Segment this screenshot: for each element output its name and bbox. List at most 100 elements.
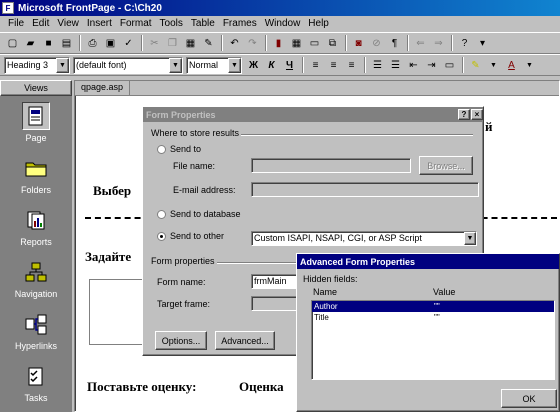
- chevron-down-icon[interactable]: ▼: [169, 57, 182, 73]
- font-value: (default font): [76, 60, 127, 70]
- field-name: Title: [314, 313, 329, 322]
- align-center-icon[interactable]: ≡: [325, 57, 342, 74]
- formatting-toolbar: Heading 3 ▼ (default font) ▼ Normal ▼ Ж …: [0, 54, 560, 76]
- target-frame-field[interactable]: [251, 296, 301, 311]
- back-arrow-icon[interactable]: ⇐: [412, 35, 429, 52]
- bold-button[interactable]: Ж: [245, 57, 262, 74]
- radio-dot: [157, 144, 166, 154]
- style-combo[interactable]: Heading 3 ▼: [4, 56, 70, 74]
- browse-button[interactable]: Browse...: [419, 156, 473, 175]
- chevron-down-icon[interactable]: ▼: [228, 57, 241, 73]
- email-field[interactable]: [251, 182, 479, 197]
- help-button[interactable]: ?: [458, 109, 470, 120]
- text-box-icon[interactable]: ▭: [441, 57, 458, 74]
- list-item[interactable]: Author "": [312, 301, 554, 312]
- insert-component-icon[interactable]: ▮: [270, 35, 287, 52]
- view-tasks[interactable]: Tasks: [0, 356, 72, 408]
- paste-icon[interactable]: ▦: [182, 35, 199, 52]
- column-header-name[interactable]: Name: [313, 287, 337, 297]
- radio-send-to-other[interactable]: Send to other: [157, 231, 224, 241]
- align-left-icon[interactable]: ≡: [307, 57, 324, 74]
- align-right-icon[interactable]: ≡: [343, 57, 360, 74]
- menu-view[interactable]: View: [53, 17, 83, 31]
- format-painter-icon[interactable]: ✎: [200, 35, 217, 52]
- toolbar-options-icon[interactable]: ▾: [474, 35, 491, 52]
- open-folder-icon[interactable]: ▰: [22, 35, 39, 52]
- view-reports[interactable]: Reports: [0, 200, 72, 252]
- font-color-icon[interactable]: A: [503, 57, 520, 74]
- menu-help[interactable]: Help: [304, 17, 333, 31]
- reports-icon: [22, 206, 50, 234]
- view-label: Page: [25, 132, 47, 143]
- numbered-list-icon[interactable]: ☰: [369, 57, 386, 74]
- view-folders[interactable]: Folders: [0, 148, 72, 200]
- stop-icon[interactable]: ⊘: [368, 35, 385, 52]
- text-area-placeholder[interactable]: [89, 279, 149, 345]
- cut-icon[interactable]: ✂: [146, 35, 163, 52]
- redo-icon[interactable]: ↷: [244, 35, 261, 52]
- insert-image-icon[interactable]: ▭: [306, 35, 323, 52]
- menu-frames[interactable]: Frames: [219, 17, 261, 31]
- help-icon[interactable]: ?: [456, 35, 473, 52]
- font-combo[interactable]: (default font) ▼: [73, 56, 183, 74]
- options-button[interactable]: Options...: [155, 331, 207, 350]
- view-page[interactable]: Page: [0, 96, 72, 148]
- radio-send-to-database[interactable]: Send to database: [157, 209, 241, 219]
- menu-edit[interactable]: Edit: [28, 17, 53, 31]
- view-label: Reports: [20, 236, 52, 247]
- menu-window[interactable]: Window: [261, 17, 305, 31]
- frontpage-app-icon[interactable]: F: [2, 2, 14, 14]
- views-header: Views: [0, 80, 72, 96]
- publish-icon[interactable]: ▤: [58, 35, 75, 52]
- insert-table-icon[interactable]: ▦: [288, 35, 305, 52]
- italic-button[interactable]: К: [263, 57, 280, 74]
- hyperlink-icon[interactable]: ⧉: [324, 35, 341, 52]
- preview-icon[interactable]: ▣: [102, 35, 119, 52]
- hidden-fields-list[interactable]: Author "" Title "": [311, 300, 555, 380]
- chevron-down-icon[interactable]: ▼: [521, 57, 538, 74]
- close-icon[interactable]: ×: [471, 109, 483, 120]
- copy-icon[interactable]: ❐: [164, 35, 181, 52]
- highlight-icon[interactable]: ✎: [467, 57, 484, 74]
- underline-button[interactable]: Ч: [281, 57, 298, 74]
- forward-arrow-icon[interactable]: ⇒: [430, 35, 447, 52]
- view-navigation[interactable]: Navigation: [0, 252, 72, 304]
- advanced-button[interactable]: Advanced...: [215, 331, 275, 350]
- form-name-field[interactable]: frmMain: [251, 274, 301, 289]
- menu-format[interactable]: Format: [116, 17, 156, 31]
- ok-button[interactable]: OK: [501, 389, 557, 408]
- show-all-icon[interactable]: ¶: [386, 35, 403, 52]
- radio-dot-selected: [157, 231, 166, 241]
- save-icon[interactable]: ■: [40, 35, 57, 52]
- radio-label: Send to: [170, 144, 202, 154]
- field-value: "": [434, 302, 440, 311]
- chevron-down-icon[interactable]: ▼: [464, 232, 476, 245]
- list-item[interactable]: Title "": [312, 312, 554, 323]
- toolbar-separator: [407, 35, 409, 51]
- menu-insert[interactable]: Insert: [83, 17, 116, 31]
- chevron-down-icon[interactable]: ▼: [56, 57, 69, 73]
- menu-tools[interactable]: Tools: [156, 17, 187, 31]
- column-header-value[interactable]: Value: [433, 287, 455, 297]
- menu-file[interactable]: File: [4, 17, 28, 31]
- undo-icon[interactable]: ↶: [226, 35, 243, 52]
- page-icon: [22, 101, 50, 130]
- file-name-field[interactable]: [251, 158, 411, 173]
- field-name: Author: [314, 302, 338, 311]
- refresh-icon[interactable]: ◙: [350, 35, 367, 52]
- editor-text-set: Задайте: [85, 249, 132, 264]
- increase-indent-icon[interactable]: ⇥: [423, 57, 440, 74]
- bullet-list-icon[interactable]: ☰: [387, 57, 404, 74]
- spelling-icon[interactable]: ✓: [120, 35, 137, 52]
- view-hyperlinks[interactable]: Hyperlinks: [0, 304, 72, 356]
- document-tab[interactable]: qpage.asp: [75, 81, 131, 95]
- chevron-down-icon[interactable]: ▼: [485, 57, 502, 74]
- new-page-icon[interactable]: ▢: [4, 35, 21, 52]
- menu-table[interactable]: Table: [187, 17, 219, 31]
- group-form-properties: Form properties: [149, 256, 217, 266]
- size-combo[interactable]: Normal ▼: [186, 56, 242, 74]
- decrease-indent-icon[interactable]: ⇤: [405, 57, 422, 74]
- print-icon[interactable]: ⎙: [84, 35, 101, 52]
- send-to-other-select[interactable]: Custom ISAPI, NSAPI, CGI, or ASP Script …: [251, 231, 477, 246]
- radio-send-to[interactable]: Send to: [157, 144, 201, 154]
